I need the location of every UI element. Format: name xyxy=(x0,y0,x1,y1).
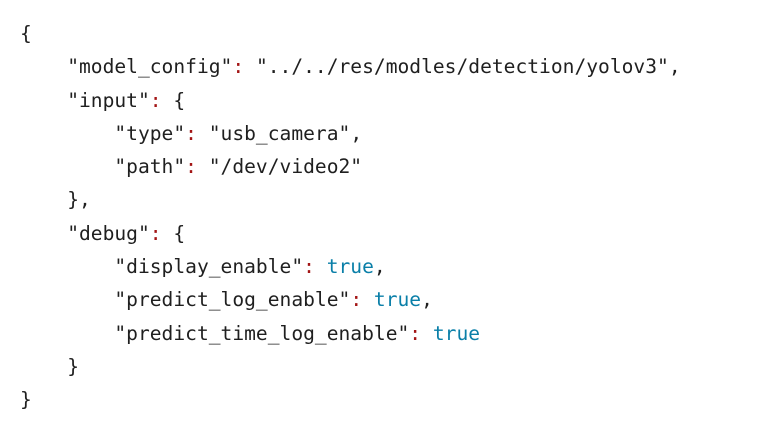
code-line-1: { xyxy=(20,17,681,50)
predict-log-enable-value: true xyxy=(373,288,422,312)
predict-log-enable-colon: : xyxy=(350,288,363,312)
open-brace: { xyxy=(20,22,32,45)
code-line-5: "path": "/dev/video2" xyxy=(20,150,681,183)
debug-key: "debug" xyxy=(67,221,150,245)
predict-log-enable-key: "predict_log_enable" xyxy=(114,288,351,312)
path-key: "path" xyxy=(114,155,186,179)
type-comma: , xyxy=(350,121,363,145)
code-line-11: } xyxy=(20,350,681,383)
debug-open-brace: { xyxy=(173,221,186,245)
type-value: "usb_camera" xyxy=(208,121,351,145)
type-colon: : xyxy=(185,121,197,145)
display-enable-comma: , xyxy=(373,255,386,279)
type-key: "type" xyxy=(114,121,186,145)
debug-colon: : xyxy=(149,221,162,245)
code-line-4: "type": "usb_camera", xyxy=(20,117,681,150)
display-enable-colon: : xyxy=(303,255,315,279)
input-close-brace: }, xyxy=(67,188,91,212)
display-enable-key: "display_enable" xyxy=(114,255,304,279)
close-brace: } xyxy=(20,388,32,412)
path-colon: : xyxy=(185,155,197,179)
path-value: "/dev/video2" xyxy=(208,155,363,179)
code-line-12: } xyxy=(20,383,681,416)
input-key: "input" xyxy=(67,88,150,112)
model-config-value: "../../res/modles/detection/yolov3" xyxy=(255,55,669,79)
code-line-9: "predict_log_enable": true, xyxy=(20,283,681,316)
json-code-block: { "model_config": "../../res/modles/dete… xyxy=(20,17,681,417)
model-config-colon: : xyxy=(232,55,245,79)
predict-time-log-enable-key: "predict_time_log_enable" xyxy=(114,321,410,345)
code-line-7: "debug": { xyxy=(20,217,681,250)
code-line-2: "model_config": "../../res/modles/detect… xyxy=(20,50,681,83)
debug-close-brace: } xyxy=(67,354,79,378)
input-colon: : xyxy=(149,88,162,112)
model-config-comma: , xyxy=(668,55,681,79)
predict-log-enable-comma: , xyxy=(421,288,433,312)
model-config-key: "model_config" xyxy=(67,55,233,79)
predict-time-log-enable-value: true xyxy=(432,321,481,345)
input-open-brace: { xyxy=(173,88,186,112)
code-line-10: "predict_time_log_enable": true xyxy=(20,317,681,350)
code-line-3: "input": { xyxy=(20,84,681,117)
code-line-6: }, xyxy=(20,183,681,216)
predict-time-log-enable-colon: : xyxy=(409,321,422,345)
code-line-8: "display_enable": true, xyxy=(20,250,681,283)
display-enable-value: true xyxy=(326,255,374,279)
